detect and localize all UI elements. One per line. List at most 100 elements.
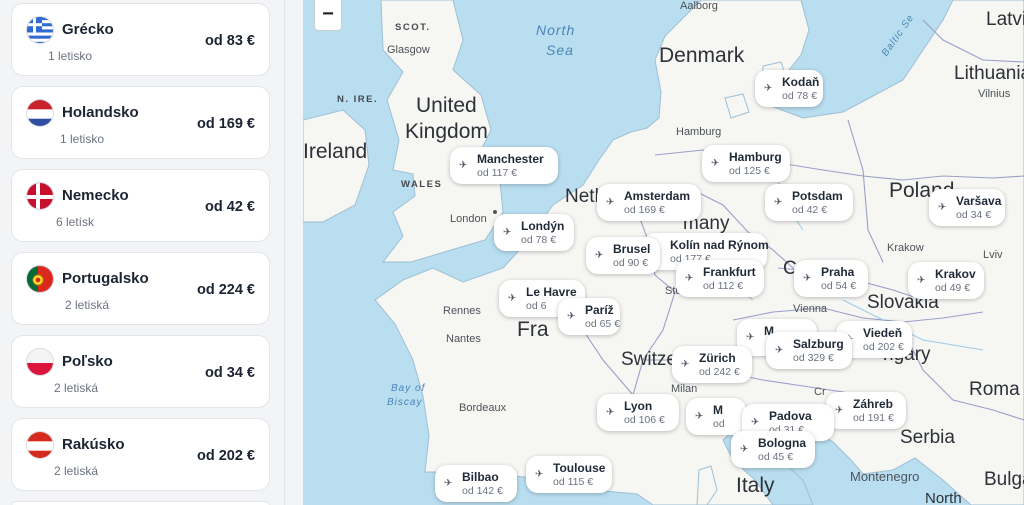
airport-marker-prague[interactable]: ✈ Praha od 54 € bbox=[794, 260, 868, 297]
map-view[interactable]: − North Sea Baltic Se Bay of Biscay Denm… bbox=[303, 0, 1024, 505]
airport-name: Brusel bbox=[613, 242, 651, 256]
airport-price: od 115 € bbox=[553, 476, 594, 488]
plane-icon: ✈ bbox=[681, 359, 690, 370]
country-name: Grécko bbox=[62, 21, 114, 38]
country-label: Lithuania bbox=[954, 63, 1024, 84]
city-label: Glasgow bbox=[387, 44, 430, 56]
sea-label: Bay of bbox=[391, 383, 426, 394]
zoom-out-button[interactable]: − bbox=[314, 0, 342, 31]
city-label: Hamburg bbox=[676, 126, 722, 138]
airport-marker-manchester[interactable]: ✈ Manchester od 117 € bbox=[450, 147, 558, 184]
airport-name: Potsdam bbox=[792, 189, 843, 203]
country-card-austria[interactable]: Rakúsko 2 letiská od 202 € bbox=[11, 418, 270, 491]
airport-marker-m2[interactable]: ✈ M od bbox=[686, 398, 746, 435]
country-label: Roma bbox=[969, 379, 1020, 400]
airport-marker-paris[interactable]: ✈ Paríž od 65 € bbox=[558, 298, 620, 335]
airport-price: od 6 bbox=[526, 300, 547, 312]
airport-marker-krakow[interactable]: ✈ Krakov od 49 € bbox=[908, 262, 984, 299]
airport-marker-potsdam[interactable]: ✈ Potsdam od 42 € bbox=[765, 184, 853, 221]
country-label: Ireland bbox=[303, 140, 368, 163]
airport-count: 2 letiská bbox=[65, 298, 110, 312]
plane-icon: ✈ bbox=[503, 227, 512, 238]
plane-icon: ✈ bbox=[803, 273, 812, 284]
plane-icon: ✈ bbox=[459, 160, 468, 171]
airport-name: Bilbao bbox=[462, 470, 499, 484]
city-label: Vienna bbox=[793, 303, 828, 315]
city-label: Bordeaux bbox=[459, 402, 507, 414]
country-name: Poľsko bbox=[62, 353, 113, 370]
country-card-portugal[interactable]: Portugalsko 2 letiská od 224 € bbox=[11, 252, 270, 325]
airport-name: Padova bbox=[769, 409, 812, 423]
country-name: Rakúsko bbox=[62, 436, 125, 453]
airport-name: Praha bbox=[821, 265, 855, 279]
plane-icon: ✈ bbox=[746, 332, 755, 343]
airport-name: Paríž bbox=[585, 303, 614, 317]
country-label: Bulga bbox=[984, 469, 1024, 490]
airport-price: od 202 € bbox=[863, 341, 904, 353]
plane-icon: ✈ bbox=[764, 83, 773, 94]
airport-price: od 90 € bbox=[613, 257, 649, 269]
plane-icon: ✈ bbox=[508, 293, 517, 304]
country-card-partial[interactable] bbox=[11, 501, 270, 505]
city-label: Cr bbox=[814, 386, 826, 398]
netherlands-flag-icon bbox=[26, 99, 54, 127]
airport-name: Le Havre bbox=[526, 285, 577, 299]
country-card-netherlands[interactable]: Holandsko 1 letisko od 169 € bbox=[11, 86, 270, 159]
airport-marker-brussels[interactable]: ✈ Brusel od 90 € bbox=[586, 237, 660, 274]
country-card-greece[interactable]: Grécko 1 letisko od 83 € bbox=[11, 3, 270, 76]
country-card-poland[interactable]: Poľsko 2 letiská od 34 € bbox=[11, 335, 270, 408]
country-card-germany[interactable]: Nemecko 6 letísk od 42 € bbox=[11, 169, 270, 242]
airport-marker-lyon[interactable]: ✈ Lyon od 106 € bbox=[597, 394, 679, 431]
airport-name: Hamburg bbox=[729, 150, 782, 164]
city-label: London bbox=[450, 213, 487, 225]
airport-price: od 106 € bbox=[624, 414, 665, 426]
airport-marker-bilbao[interactable]: ✈ Bilbao od 142 € bbox=[435, 465, 517, 502]
country-price: od 169 € bbox=[196, 116, 255, 132]
plane-icon: ✈ bbox=[595, 250, 604, 261]
plane-icon: ✈ bbox=[917, 275, 926, 286]
airport-price: od 49 € bbox=[935, 282, 971, 294]
plane-icon: ✈ bbox=[606, 407, 615, 418]
airport-name: Lyon bbox=[624, 399, 653, 413]
plane-icon: ✈ bbox=[751, 417, 760, 428]
airport-name: Krakov bbox=[935, 267, 976, 281]
airport-marker-bologna[interactable]: ✈ Bologna od 45 € bbox=[731, 431, 815, 468]
airport-marker-warsaw[interactable]: ✈ Varšava od 34 € bbox=[929, 189, 1005, 226]
airport-count: 1 letisko bbox=[60, 132, 105, 146]
sea-label: Sea bbox=[546, 42, 574, 58]
airport-name: Viedeň bbox=[863, 326, 903, 340]
city-label: Vilnius bbox=[978, 88, 1011, 100]
city-label: Rennes bbox=[443, 305, 481, 317]
city-dot bbox=[493, 210, 497, 214]
airport-name: Varšava bbox=[956, 194, 1002, 208]
airport-count: 1 letisko bbox=[48, 49, 93, 63]
airport-count: 2 letiská bbox=[54, 381, 99, 395]
airport-price: od 125 € bbox=[729, 165, 770, 177]
denmark-flag-icon bbox=[26, 182, 54, 210]
plane-icon: ✈ bbox=[535, 469, 544, 480]
airport-name: Kodaň bbox=[782, 75, 820, 89]
plane-icon: ✈ bbox=[938, 202, 947, 213]
airport-name: Amsterdam bbox=[624, 189, 691, 203]
airport-marker-hamburg[interactable]: ✈ Hamburg od 125 € bbox=[702, 145, 790, 182]
airport-marker-copenhagen[interactable]: ✈ Kodaň od 78 € bbox=[755, 70, 823, 107]
airport-marker-frankfurt[interactable]: ✈ Frankfurt od 112 € bbox=[676, 260, 764, 297]
airport-marker-toulouse[interactable]: ✈ Toulouse od 115 € bbox=[526, 456, 612, 493]
city-label: Krakow bbox=[887, 242, 924, 254]
airport-marker-zurich[interactable]: ✈ Zürich od 242 € bbox=[672, 346, 752, 383]
country-name: Holandsko bbox=[62, 104, 139, 121]
airport-price: od 34 € bbox=[956, 209, 992, 221]
airport-marker-zagreb[interactable]: ✈ Záhreb od 191 € bbox=[826, 392, 906, 429]
plane-icon: ✈ bbox=[695, 411, 704, 422]
country-label: Serbia bbox=[900, 427, 955, 448]
airport-name: Zürich bbox=[699, 351, 736, 365]
airport-price: od 65 € bbox=[585, 318, 621, 330]
austria-flag-icon bbox=[26, 431, 54, 459]
airport-marker-salzburg[interactable]: ✈ Salzburg od 329 € bbox=[766, 332, 852, 369]
portugal-flag-icon bbox=[26, 265, 54, 293]
airport-marker-amsterdam[interactable]: ✈ Amsterdam od 169 € bbox=[597, 184, 701, 221]
airport-marker-london[interactable]: ✈ Londýn od 78 € bbox=[494, 214, 574, 251]
country-label: Italy bbox=[736, 474, 775, 497]
airport-price: od 191 € bbox=[853, 412, 894, 424]
airport-price: od 54 € bbox=[821, 280, 857, 292]
